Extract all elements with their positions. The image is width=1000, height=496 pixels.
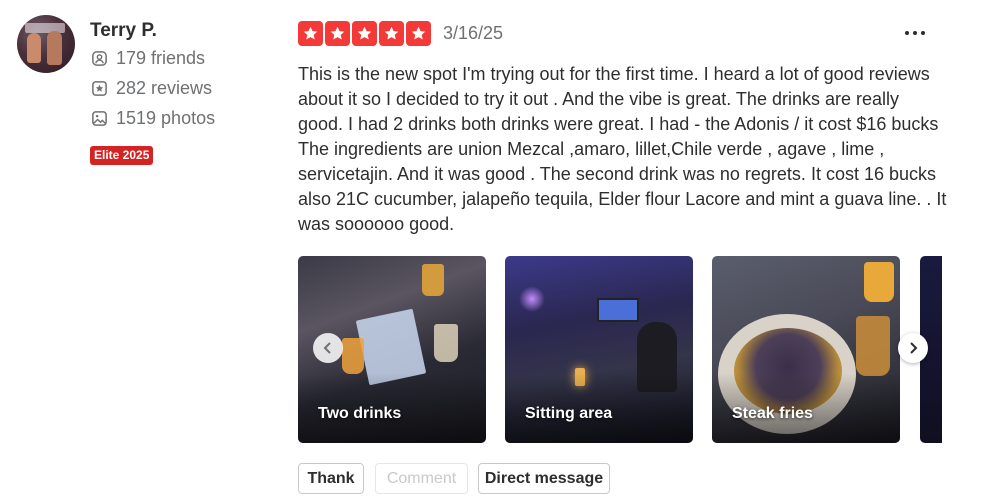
user-photos-stat: 1519 photos: [91, 107, 215, 129]
photo-steak-fries[interactable]: Steak fries: [712, 256, 900, 443]
review-date: 3/16/25: [443, 23, 504, 43]
carousel-prev-button[interactable]: [313, 333, 343, 363]
friends-count: 179 friends: [116, 47, 206, 68]
more-options-button[interactable]: [895, 18, 935, 48]
friends-icon: [92, 50, 107, 66]
user-friends-stat: 179 friends: [91, 47, 205, 69]
comment-button[interactable]: Comment: [375, 463, 468, 494]
more-options-icon: [905, 31, 909, 35]
photo-caption: Steak fries: [732, 405, 813, 422]
star-icon: [379, 21, 404, 46]
photo-caption: Two drinks: [318, 405, 402, 422]
photos-count: 1519 photos: [116, 107, 216, 128]
carousel-next-button[interactable]: [898, 333, 928, 363]
review-star-icon: [92, 80, 107, 96]
star-rating: [298, 21, 431, 46]
direct-message-button[interactable]: Direct message: [478, 463, 610, 494]
photo-sitting-area[interactable]: Sitting area: [505, 256, 693, 443]
photo-carousel: Two drinks Sitting area Steak fries: [298, 256, 942, 443]
star-icon: [406, 21, 431, 46]
photo-caption: Sitting area: [525, 405, 613, 422]
chevron-left-icon: [323, 342, 331, 354]
review-text: This is the new spot I'm trying out for …: [298, 64, 947, 234]
star-icon: [325, 21, 350, 46]
chevron-right-icon: [910, 342, 918, 354]
star-icon: [352, 21, 377, 46]
star-icon: [298, 21, 323, 46]
user-avatar[interactable]: [17, 15, 75, 73]
reviews-count: 282 reviews: [116, 77, 213, 98]
photo-icon: [92, 110, 107, 126]
user-reviews-stat: 282 reviews: [91, 77, 212, 99]
user-name[interactable]: Terry P.: [90, 20, 157, 42]
elite-badge[interactable]: Elite 2025: [90, 146, 154, 165]
thank-button[interactable]: Thank: [298, 463, 364, 494]
